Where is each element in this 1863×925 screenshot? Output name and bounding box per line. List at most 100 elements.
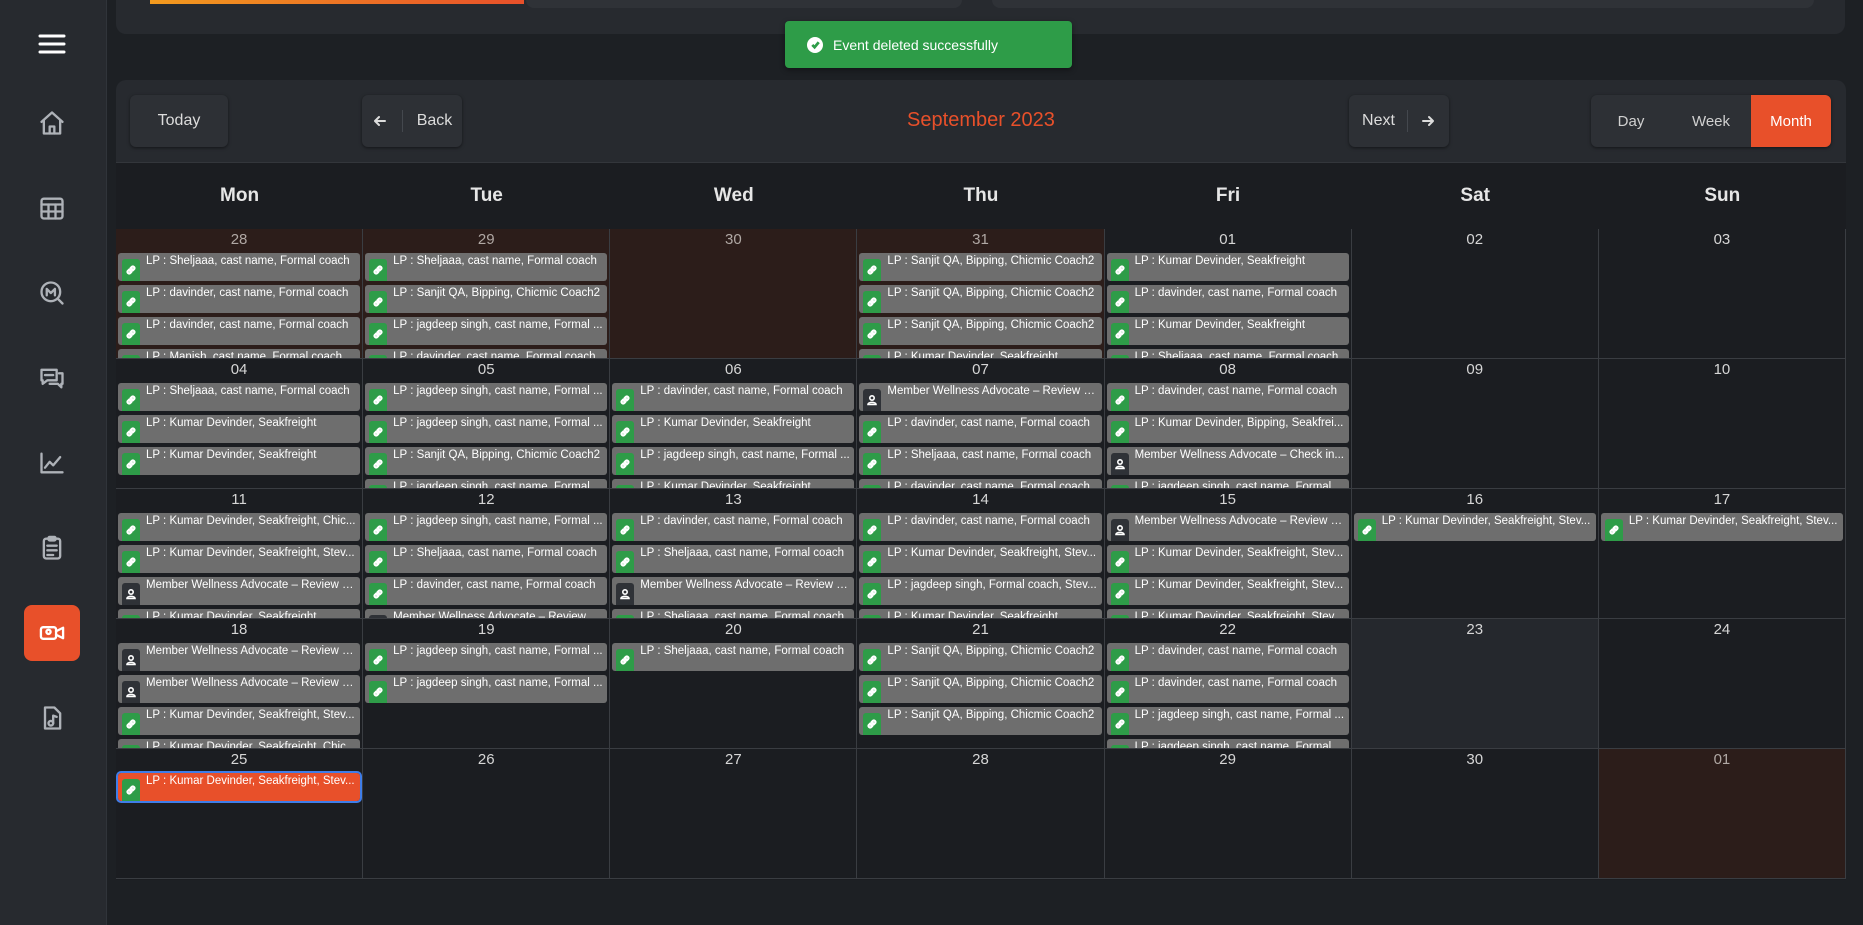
today-button[interactable]: Today: [130, 95, 228, 147]
day-cell[interactable]: 22 LP : davinder, cast name, Formal coach…: [1104, 619, 1352, 749]
day-number[interactable]: 26: [363, 749, 609, 769]
calendar-event[interactable]: LP : Kumar Devinder, Seakfreight, Stev..…: [1106, 577, 1349, 605]
calendar-event[interactable]: Member Wellness Advocate – Review : ...: [859, 383, 1102, 411]
video-call-icon[interactable]: [24, 605, 80, 661]
day-cell[interactable]: 14 LP : davinder, cast name, Formal coach…: [857, 489, 1105, 619]
day-number[interactable]: 29: [1105, 749, 1351, 769]
calendar-event[interactable]: LP : Kumar Devinder, Seakfreight: [859, 349, 1102, 358]
calendar-event[interactable]: LP : Kumar Devinder, Seakfreight, Stev..…: [1106, 545, 1349, 573]
home-icon[interactable]: [24, 95, 80, 151]
chart-icon[interactable]: [24, 435, 80, 491]
day-cell[interactable]: 01: [1598, 749, 1846, 879]
calendar-event[interactable]: LP : Sheljaaa, cast name, Formal coach: [365, 545, 608, 573]
day-number[interactable]: 30: [1352, 749, 1598, 769]
day-number[interactable]: 18: [116, 619, 362, 639]
calendar-event[interactable]: LP : Kumar Devinder, Seakfreight, Stev..…: [116, 771, 363, 803]
calendar-event[interactable]: LP : jagdeep singh, cast name, Formal ..…: [365, 513, 608, 541]
calendar-event[interactable]: LP : Kumar Devinder, Seakfreight: [612, 479, 855, 488]
day-cell[interactable]: 04 LP : Sheljaaa, cast name, Formal coach…: [116, 359, 364, 489]
calendar-event[interactable]: LP : Kumar Devinder, Seakfreight: [118, 447, 361, 475]
calendar-event[interactable]: LP : Kumar Devinder, Seakfreight, Chic..…: [118, 513, 361, 541]
day-number[interactable]: 28: [857, 749, 1103, 769]
day-number[interactable]: 19: [363, 619, 609, 639]
day-cell[interactable]: 02: [1351, 229, 1599, 359]
calendar-event[interactable]: Member Wellness Advocate – Review : ...: [118, 675, 361, 703]
day-cell[interactable]: 15 Member Wellness Advocate – Review : ..…: [1104, 489, 1352, 619]
calendar-event[interactable]: LP : Kumar Devinder, Seakfreight, Stev..…: [118, 545, 361, 573]
day-cell[interactable]: 09: [1351, 359, 1599, 489]
day-cell[interactable]: 28 LP : Sheljaaa, cast name, Formal coach…: [116, 229, 364, 359]
calendar-event[interactable]: Member Wellness Advocate – Review : ...: [118, 643, 361, 671]
day-cell[interactable]: 27: [610, 749, 858, 879]
calendar-event[interactable]: LP : Sheljaaa, cast name, Formal coach: [118, 253, 361, 281]
day-cell[interactable]: 05 LP : jagdeep singh, cast name, Formal …: [363, 359, 611, 489]
day-number[interactable]: 28: [116, 229, 362, 249]
calendar-event[interactable]: LP : Kumar Devinder, Seakfreight, Stev..…: [118, 707, 361, 735]
day-cell[interactable]: 31 LP : Sanjit QA, Bipping, Chicmic Coach…: [857, 229, 1105, 359]
calendar-event[interactable]: LP : davinder, cast name, Formal coach: [365, 577, 608, 605]
calendar-event[interactable]: LP : Sanjit QA, Bipping, Chicmic Coach2: [859, 675, 1102, 703]
day-cell[interactable]: 03: [1598, 229, 1846, 359]
day-number[interactable]: 06: [610, 359, 856, 379]
day-number[interactable]: 09: [1352, 359, 1598, 379]
menu-icon[interactable]: [24, 16, 80, 72]
day-cell[interactable]: 12 LP : jagdeep singh, cast name, Formal …: [363, 489, 611, 619]
day-cell[interactable]: 23: [1351, 619, 1599, 749]
day-number[interactable]: 24: [1599, 619, 1845, 639]
day-number[interactable]: 01: [1105, 229, 1351, 249]
calendar-event[interactable]: LP : Kumar Devinder, Seakfreight: [1106, 253, 1349, 281]
day-number[interactable]: 02: [1352, 229, 1598, 249]
calendar-event[interactable]: Member Wellness Advocate – Check in...: [1106, 447, 1349, 475]
day-number[interactable]: 14: [857, 489, 1103, 509]
calendar-event[interactable]: LP : Sheljaaa, cast name, Formal coach: [365, 253, 608, 281]
calendar-event[interactable]: LP : Kumar Devinder, Bipping, Seakfrei..…: [1106, 415, 1349, 443]
day-number[interactable]: 08: [1105, 359, 1351, 379]
chat-m-icon[interactable]: [24, 265, 80, 321]
calendar-event[interactable]: LP : jagdeep singh, cast name, Formal ..…: [365, 383, 608, 411]
calendar-event[interactable]: LP : davinder, cast name, Formal coach: [612, 513, 855, 541]
day-number[interactable]: 12: [363, 489, 609, 509]
calendar-event[interactable]: LP : Kumar Devinder, Seakfreight: [118, 415, 361, 443]
calendar-event[interactable]: LP : Kumar Devinder, Seakfreight, Chic..…: [118, 739, 361, 748]
day-cell[interactable]: 19 LP : jagdeep singh, cast name, Formal …: [363, 619, 611, 749]
day-cell[interactable]: 29: [1104, 749, 1352, 879]
calendar-event[interactable]: LP : jagdeep singh, cast name, Formal ..…: [1106, 739, 1349, 748]
day-cell[interactable]: 16 LP : Kumar Devinder, Seakfreight, Stev…: [1351, 489, 1599, 619]
next-button[interactable]: Next: [1349, 95, 1449, 147]
calendar-event[interactable]: LP : Sanjit QA, Bipping, Chicmic Coach2: [365, 285, 608, 313]
messages-icon[interactable]: [24, 350, 80, 406]
view-day-button[interactable]: Day: [1591, 95, 1671, 147]
day-cell[interactable]: 06 LP : davinder, cast name, Formal coach…: [610, 359, 858, 489]
calendar-event[interactable]: LP : jagdeep singh, cast name, Formal ..…: [365, 317, 608, 345]
calendar-event[interactable]: LP : davinder, cast name, Formal coach: [118, 285, 361, 313]
calendar-event[interactable]: LP : Sheljaaa, cast name, Formal coach: [118, 383, 361, 411]
calendar-event[interactable]: LP : davinder, cast name, Formal coach: [859, 415, 1102, 443]
calendar-event[interactable]: LP : jagdeep singh, cast name, Formal ..…: [1106, 707, 1349, 735]
day-cell[interactable]: 11 LP : Kumar Devinder, Seakfreight, Chic…: [116, 489, 364, 619]
day-cell[interactable]: 30: [610, 229, 858, 359]
day-cell[interactable]: 18 Member Wellness Advocate – Review : ..…: [116, 619, 364, 749]
day-cell[interactable]: 21 LP : Sanjit QA, Bipping, Chicmic Coach…: [857, 619, 1105, 749]
calendar-event[interactable]: LP : jagdeep singh, cast name, Formal ..…: [365, 479, 608, 488]
calendar-event[interactable]: LP : davinder, cast name, Formal coach: [1106, 643, 1349, 671]
day-cell[interactable]: 30: [1351, 749, 1599, 879]
calendar-event[interactable]: LP : Sheljaaa, cast name, Formal coach: [1106, 349, 1349, 358]
music-file-icon[interactable]: [24, 690, 80, 746]
day-number[interactable]: 10: [1599, 359, 1845, 379]
clipboard-icon[interactable]: [24, 520, 80, 576]
view-month-button[interactable]: Month: [1751, 95, 1831, 147]
day-number[interactable]: 27: [610, 749, 856, 769]
day-number[interactable]: 17: [1599, 489, 1845, 509]
day-number[interactable]: 16: [1352, 489, 1598, 509]
calendar-event[interactable]: LP : Sheljaaa, cast name, Formal coach: [612, 545, 855, 573]
calendar-event[interactable]: LP : davinder, cast name, Formal coach: [612, 383, 855, 411]
day-number[interactable]: 21: [857, 619, 1103, 639]
day-cell[interactable]: 29 LP : Sheljaaa, cast name, Formal coach…: [363, 229, 611, 359]
day-number[interactable]: 04: [116, 359, 362, 379]
calendar-event[interactable]: LP : davinder, cast name, Formal coach: [1106, 383, 1349, 411]
calendar-event[interactable]: LP : jagdeep singh, cast name, Formal ..…: [365, 675, 608, 703]
back-button[interactable]: Back: [362, 95, 462, 147]
calendar-event[interactable]: LP : Sheljaaa, cast name, Formal coach: [612, 643, 855, 671]
day-cell[interactable]: 01 LP : Kumar Devinder, Seakfreight LP : d…: [1104, 229, 1352, 359]
calendar-event[interactable]: LP : Sanjit QA, Bipping, Chicmic Coach2: [859, 285, 1102, 313]
